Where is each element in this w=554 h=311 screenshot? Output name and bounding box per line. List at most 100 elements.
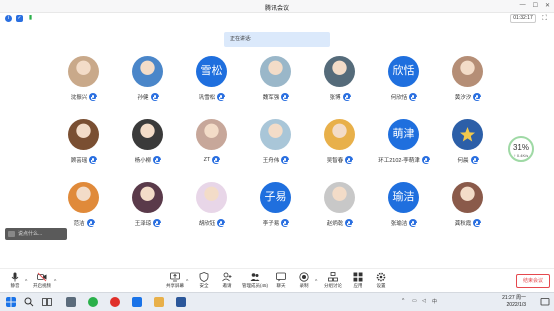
chat-icon — [276, 272, 286, 282]
participant-name-row: 顾芸瑶 — [54, 156, 114, 164]
end-meeting-button[interactable]: 结束会议 — [516, 274, 550, 288]
participant-name-row: 吴智春 — [310, 156, 370, 164]
avatar — [132, 119, 163, 150]
participant-name: 龚秋霞 — [454, 221, 472, 227]
participant-tile[interactable]: 龚秋霞 — [438, 182, 498, 238]
participant-tile[interactable]: 瑜洁 张瑜洁 — [374, 182, 434, 238]
wechat-app-icon[interactable] — [88, 297, 98, 307]
participant-tile[interactable]: 赵炳乾 — [310, 182, 370, 238]
participant-tile[interactable]: 欣恬 何欣恬 — [374, 56, 434, 112]
taskbar-clock[interactable]: 21:27 周一 2022/1/3 — [502, 295, 526, 309]
browser-app-icon[interactable] — [110, 297, 120, 307]
microphone-icon — [409, 93, 418, 101]
microphone-icon — [89, 156, 98, 164]
participant-tile[interactable]: 吴智春 — [310, 119, 370, 175]
microphone-icon — [153, 219, 162, 227]
folder-app-icon[interactable] — [154, 297, 164, 307]
participant-tile[interactable]: 孙健 — [118, 56, 178, 112]
participant-name-row: 赵炳乾 — [310, 219, 370, 227]
avatar — [68, 56, 99, 87]
video-button[interactable]: 开启视频 — [27, 272, 57, 289]
file-explorer-app-icon[interactable] — [66, 297, 76, 307]
network-icon[interactable]: ▭ — [412, 298, 417, 304]
cpu-percent: 31% — [512, 143, 529, 152]
record-icon — [299, 272, 309, 282]
participant-tile[interactable]: 子易 李子易 — [246, 182, 306, 238]
participant-name: 环工2102-李萌津 — [378, 158, 420, 164]
participant-name: 赵炳乾 — [326, 221, 344, 227]
tray-up-chevron-icon[interactable]: ^ — [402, 298, 404, 304]
avatar — [196, 119, 227, 150]
info-icon[interactable]: i — [5, 15, 12, 22]
participant-tile[interactable]: 萌津环工2102-李萌津 — [374, 119, 434, 175]
avatar: 萌津 — [388, 119, 419, 150]
participant-name: 沈振兴 — [70, 95, 88, 101]
record-options-chevron-icon[interactable]: ^ — [315, 279, 317, 285]
os-taskbar: ^ ▭ ◁ 中 21:27 周一 2022/1/3 — [0, 292, 554, 311]
participant-name: 王舟伟 — [262, 158, 280, 164]
minimize-button[interactable]: — — [520, 2, 526, 9]
share-options-chevron-icon[interactable]: ^ — [186, 279, 188, 285]
participant-name-row: 何欣恬 — [374, 93, 434, 101]
notification-icon[interactable] — [540, 297, 550, 307]
microphone-icon — [153, 156, 162, 164]
participant-name-row: 魏军强 — [246, 93, 306, 101]
participant-name-row: 胡欣钰 — [182, 219, 242, 227]
shield-icon[interactable]: ✓ — [16, 15, 23, 22]
network-performance-widget[interactable]: 31% ↑ 0.4K/s — [508, 136, 534, 162]
participant-tile[interactable]: 黄汐汐 — [438, 56, 498, 112]
search-icon[interactable] — [24, 297, 34, 307]
microphone-icon — [281, 219, 290, 227]
participant-tile[interactable]: 王舟伟 — [246, 119, 306, 175]
microphone-icon — [470, 156, 479, 164]
participant-tile[interactable]: ZT — [182, 119, 242, 175]
settings-button[interactable]: 设置 — [366, 272, 396, 289]
participant-tile[interactable]: 何晨 — [438, 119, 498, 175]
participant-name-row: 孙健 — [118, 93, 178, 101]
shield-icon — [199, 272, 209, 282]
microphone-icon — [217, 93, 226, 101]
word-app-icon[interactable] — [176, 297, 186, 307]
participant-name-row: 何晨 — [438, 156, 498, 164]
video-options-chevron-icon[interactable]: ^ — [54, 279, 56, 285]
microphone-icon — [150, 93, 159, 101]
window-controls: — ☐ ✕ — [520, 2, 550, 9]
window-titlebar: 腾讯会议 — ☐ ✕ — [0, 0, 554, 13]
breakout-rooms-icon — [328, 272, 338, 282]
avatar — [324, 182, 355, 213]
avatar: 子易 — [260, 182, 291, 213]
participant-tile[interactable]: 雪松 巩雪松 — [182, 56, 242, 112]
participant-tile[interactable]: 杨小柳 — [118, 119, 178, 175]
participant-name-row: 黄汐汐 — [438, 93, 498, 101]
avatar — [132, 56, 163, 87]
microphone-icon — [345, 219, 354, 227]
fullscreen-icon[interactable]: ⛶ — [542, 15, 547, 22]
participant-name-row: 杨小柳 — [118, 156, 178, 164]
participant-name: 李子易 — [262, 221, 280, 227]
participant-tile[interactable]: 王泽琼 — [118, 182, 178, 238]
avatar — [452, 119, 483, 150]
microphone-icon — [217, 219, 226, 227]
windows-start-icon[interactable] — [6, 297, 16, 307]
participant-name-row: 龚秋霞 — [438, 219, 498, 227]
volume-icon[interactable]: ◁ — [422, 298, 426, 304]
tencent-meeting-app-icon[interactable] — [132, 297, 142, 307]
participant-name: 巩雪松 — [198, 95, 216, 101]
chat-quick-input-placeholder: 说点什么... — [18, 231, 43, 237]
participant-tile[interactable]: 魏军强 — [246, 56, 306, 112]
task-view-icon[interactable] — [42, 297, 52, 307]
maximize-button[interactable]: ☐ — [533, 2, 538, 9]
avatar — [196, 182, 227, 213]
ime-indicator[interactable]: 中 — [432, 298, 437, 305]
chat-quick-input[interactable]: 说点什么... — [5, 228, 67, 240]
participant-name-row: 张博 — [310, 93, 370, 101]
close-button[interactable]: ✕ — [545, 2, 550, 9]
participant-tile[interactable]: 沈振兴 — [54, 56, 114, 112]
participant-name-row: 巩雪松 — [182, 93, 242, 101]
participant-tile[interactable]: 张博 — [310, 56, 370, 112]
participant-name: 胡欣钰 — [198, 221, 216, 227]
microphone-icon — [86, 219, 95, 227]
participant-tile[interactable]: 顾芸瑶 — [54, 119, 114, 175]
participant-name-row: 环工2102-李萌津 — [374, 156, 434, 164]
participant-tile[interactable]: 胡欣钰 — [182, 182, 242, 238]
